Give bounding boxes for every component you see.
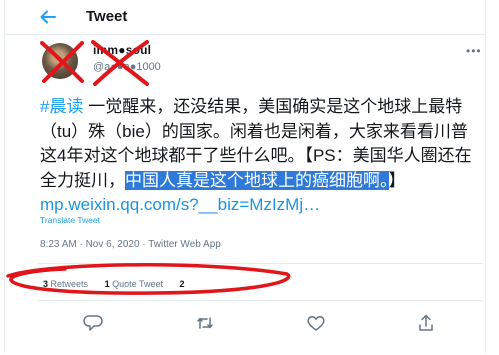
page-title: Tweet (86, 8, 128, 25)
translate-tweet-link[interactable]: Translate Tweet (40, 215, 100, 225)
tweet-timestamp[interactable]: 8:23 AM · Nov 6, 2020 · Twitter Web App (40, 239, 221, 250)
share-icon[interactable] (416, 313, 436, 333)
avatar[interactable] (38, 39, 88, 85)
more-icon[interactable]: ••• (466, 44, 482, 58)
tweet-text-part2: 】 (388, 170, 406, 190)
retweet-icon[interactable] (195, 313, 215, 333)
tweet-text: #晨读 一觉醒来，还没结果，美国确实是这个地球上最特（tu）殊（bie）的国家。… (40, 95, 480, 218)
scribble-x-mark (40, 41, 84, 83)
header: Tweet (5, 0, 485, 35)
like-icon[interactable] (306, 313, 326, 333)
hashtag-link[interactable]: #晨读 (40, 97, 83, 116)
action-bar (5, 313, 485, 337)
tweet-url-link[interactable]: mp.weixin.qq.com/s?__biz=MzIzMj… (40, 195, 320, 214)
back-arrow-icon[interactable] (38, 7, 58, 27)
scribble-oval-mark (6, 263, 291, 295)
tweet-detail-panel: Tweet imm●soul @a●●a●1000 ••• #晨读 一觉醒来，还… (4, 0, 486, 353)
scribble-x-mark-name (91, 40, 149, 86)
reply-icon[interactable] (83, 313, 103, 333)
highlighted-text: 中国人真是这个地球上的癌细胞啊。 (125, 170, 389, 190)
divider (38, 300, 483, 301)
